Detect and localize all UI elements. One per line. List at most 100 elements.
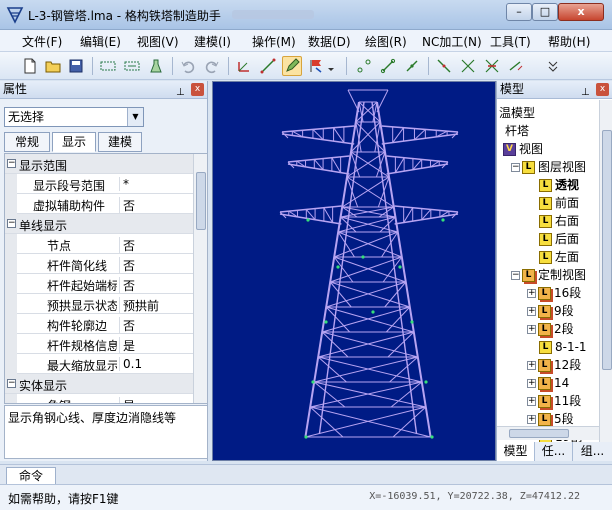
tower-node[interactable] <box>336 265 340 269</box>
property-category[interactable]: − 单线显示 <box>5 214 195 234</box>
property-value[interactable]: 是 <box>119 337 195 354</box>
expand-icon[interactable]: + <box>527 415 536 424</box>
model-tree-scrollbar[interactable] <box>599 100 612 445</box>
tree-node[interactable]: − L 图层视图 <box>511 158 586 176</box>
tree-node[interactable]: L 8-1-1 <box>539 338 587 356</box>
tree-node[interactable]: + L 11段 <box>527 392 581 410</box>
collapse-icon[interactable]: − <box>7 219 16 228</box>
x-brace-icon[interactable] <box>458 56 478 76</box>
property-row[interactable]: 构件轮廓边否 <box>5 314 195 334</box>
tower-node[interactable] <box>410 320 414 324</box>
tab-modeling[interactable]: 建模 <box>98 132 142 152</box>
tree-node[interactable]: 温模型 <box>499 104 535 122</box>
toolbar-overflow-icon[interactable] <box>546 56 560 76</box>
property-grid-scrollbar[interactable] <box>193 154 207 403</box>
maximize-button[interactable]: □ <box>532 3 558 21</box>
tower-node[interactable] <box>398 265 402 269</box>
tower-node[interactable] <box>306 218 310 222</box>
property-row[interactable]: 预拱显示状态 预拱前 <box>5 294 195 314</box>
tab-group[interactable]: 组... <box>573 442 612 461</box>
save-icon[interactable] <box>66 56 86 76</box>
menu-data[interactable]: 数据(D) <box>308 33 351 50</box>
property-row[interactable]: 角钢是 <box>5 394 195 403</box>
property-row[interactable]: 虚拟辅助构件否 <box>5 194 195 214</box>
model-tree-hscrollbar[interactable] <box>497 426 599 440</box>
property-value[interactable]: 预拱前 <box>119 297 195 314</box>
menu-tools[interactable]: 工具(T) <box>490 33 531 50</box>
tree-node[interactable]: + L 14 <box>527 374 569 392</box>
collapse-icon[interactable]: − <box>7 379 16 388</box>
tower-model[interactable] <box>213 82 497 462</box>
tab-command[interactable]: 命令 <box>6 467 56 484</box>
scrollbar-thumb[interactable] <box>509 429 569 438</box>
expand-icon[interactable]: + <box>527 361 536 370</box>
flag-dropdown-icon[interactable] <box>326 56 336 76</box>
scrollbar-thumb[interactable] <box>196 172 206 230</box>
tree-node[interactable]: V 视图 <box>503 140 543 158</box>
angle-rod-icon[interactable] <box>402 56 422 76</box>
flag-icon[interactable] <box>306 56 326 76</box>
property-value[interactable]: * <box>119 177 195 191</box>
property-value[interactable]: 0.1 <box>119 357 195 371</box>
tower-node[interactable] <box>304 435 308 439</box>
property-row[interactable]: 杆件简化线否 <box>5 254 195 274</box>
scrollbar-thumb[interactable] <box>602 130 612 370</box>
menu-drawing[interactable]: 绘图(R) <box>365 33 407 50</box>
collapse-icon[interactable]: − <box>511 163 520 172</box>
tower-node[interactable] <box>324 320 328 324</box>
property-category[interactable]: − 实体显示 <box>5 374 195 394</box>
tree-node[interactable]: L 左面 <box>539 248 579 266</box>
menu-nc[interactable]: NC加工(N) <box>422 33 482 50</box>
tree-node[interactable]: L 右面 <box>539 212 579 230</box>
redo-icon[interactable] <box>202 56 222 76</box>
property-row[interactable]: 最大缩放显示 0.1 <box>5 354 195 374</box>
tree-node[interactable]: L 后面 <box>539 230 579 248</box>
undo-icon[interactable] <box>178 56 198 76</box>
tree-node[interactable]: 杆塔 <box>505 122 529 140</box>
delete-brace-icon[interactable] <box>482 56 502 76</box>
selection-dropdown[interactable]: 无选择 ▼ <box>4 107 144 127</box>
menu-help[interactable]: 帮助(H) <box>548 33 590 50</box>
expand-icon[interactable]: + <box>527 289 536 298</box>
expand-icon[interactable]: + <box>527 307 536 316</box>
tree-node[interactable]: + L 9段 <box>527 302 574 320</box>
pin-icon[interactable]: ⊥ <box>581 84 590 101</box>
tab-display[interactable]: 显示 <box>52 132 96 152</box>
tree-node[interactable]: L 前面 <box>539 194 579 212</box>
property-value[interactable]: 否 <box>119 317 195 334</box>
tower-node[interactable] <box>311 380 315 384</box>
tower-node[interactable] <box>424 380 428 384</box>
tree-node[interactable]: + L 2段 <box>527 320 574 338</box>
pen-icon[interactable] <box>282 56 302 76</box>
tower-node[interactable] <box>430 435 434 439</box>
property-value[interactable]: 否 <box>119 197 195 214</box>
collapse-icon[interactable]: − <box>511 271 520 280</box>
tab-general[interactable]: 常规 <box>4 132 50 152</box>
expand-icon[interactable]: + <box>527 325 536 334</box>
menu-operation[interactable]: 操作(M) <box>252 33 296 50</box>
property-row[interactable]: 节点 否 <box>5 234 195 254</box>
expand-icon[interactable]: + <box>527 397 536 406</box>
new-file-icon[interactable] <box>20 56 40 76</box>
tower-node[interactable] <box>441 218 445 222</box>
tree-node[interactable]: L 透视 <box>539 176 579 194</box>
open-file-icon[interactable] <box>43 56 63 76</box>
tower-node[interactable] <box>371 310 375 314</box>
extend-rod-icon[interactable] <box>506 56 526 76</box>
tab-model[interactable]: 模型 <box>497 442 535 461</box>
expand-icon[interactable]: + <box>527 379 536 388</box>
tree-node[interactable]: + L 16段 <box>527 284 581 302</box>
axis-icon[interactable] <box>234 56 254 76</box>
property-row[interactable]: 显示段号范围 * <box>5 174 195 194</box>
tab-task[interactable]: 任... <box>535 442 573 461</box>
grid-view-icon[interactable] <box>98 56 118 76</box>
line-icon[interactable] <box>258 56 278 76</box>
minimize-button[interactable]: – <box>506 3 532 21</box>
tree-node[interactable]: + L 12段 <box>527 356 581 374</box>
property-row[interactable]: 杆件规格信息是 <box>5 334 195 354</box>
menu-file[interactable]: 文件(F) <box>22 33 62 50</box>
solid-view-icon[interactable] <box>146 56 166 76</box>
close-button[interactable]: x <box>558 3 604 21</box>
menu-edit[interactable]: 编辑(E) <box>80 33 121 50</box>
property-value[interactable]: 是 <box>119 397 195 403</box>
